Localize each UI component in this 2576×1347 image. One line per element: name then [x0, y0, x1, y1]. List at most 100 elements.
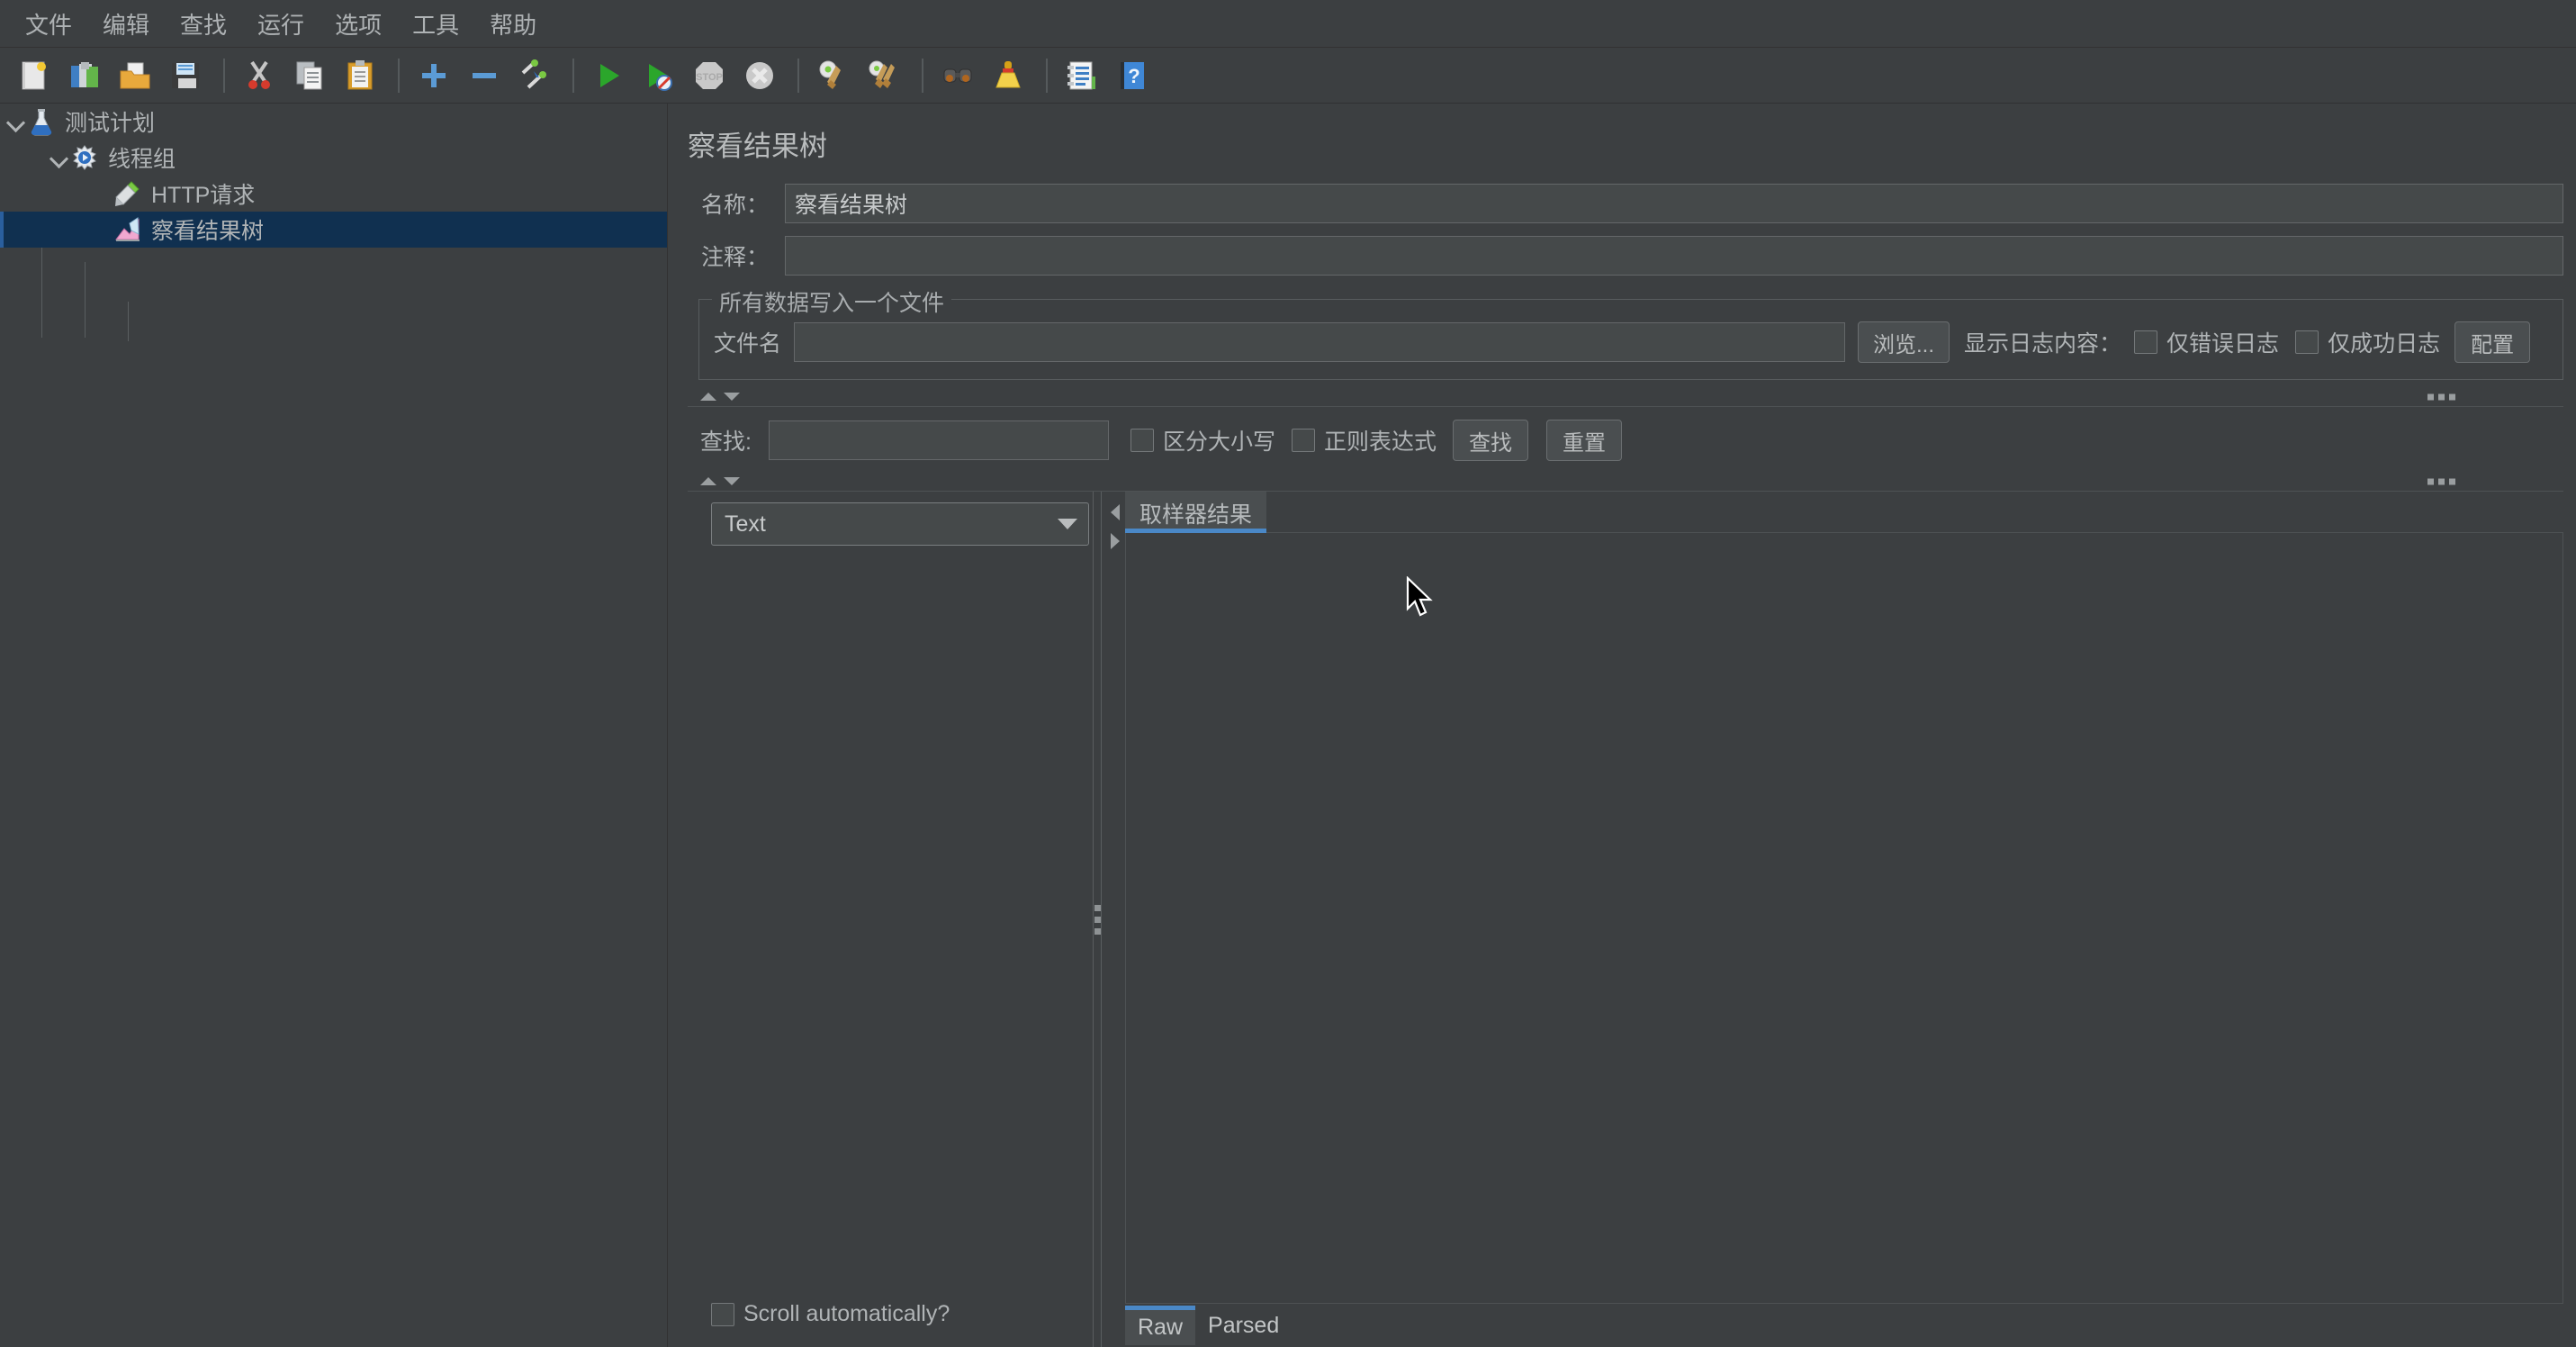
collapse-down-icon[interactable]: [724, 477, 740, 485]
toolbar-separator: [797, 58, 799, 93]
menu-help[interactable]: 帮助: [475, 4, 551, 44]
scroll-right-icon[interactable]: [1111, 533, 1120, 549]
chevron-down-icon[interactable]: [5, 111, 27, 132]
comment-label: 注释：: [700, 245, 769, 270]
result-detail-pane: 取样器结果 Raw Parsed: [1105, 492, 2563, 1347]
regex-checkbox[interactable]: 正则表达式: [1292, 424, 1437, 457]
checkbox-box[interactable]: [2295, 330, 2319, 354]
shutdown-icon[interactable]: [736, 52, 783, 99]
find-button[interactable]: 查找: [1453, 420, 1529, 461]
menu-tools[interactable]: 工具: [398, 4, 473, 44]
menu-run[interactable]: 运行: [243, 4, 319, 44]
regex-label: 正则表达式: [1324, 429, 1437, 455]
sampler-list[interactable]: [700, 546, 1089, 1301]
search-panel-divider[interactable]: [688, 387, 2563, 407]
paste-icon[interactable]: [337, 52, 383, 99]
tree-node-view-results-tree[interactable]: 察看结果树: [0, 212, 667, 248]
configure-button[interactable]: 配置: [2454, 321, 2531, 363]
raw-parsed-tabbar: Raw Parsed: [1125, 1304, 2563, 1347]
svg-text:?: ?: [1128, 65, 1139, 87]
splitter-grip-icon[interactable]: [1094, 904, 1101, 935]
comment-row: 注释：: [688, 236, 2563, 276]
divider-grip-icon[interactable]: [2427, 478, 2455, 484]
tree-guide: [85, 262, 86, 338]
success-only-checkbox[interactable]: 仅成功日志: [2295, 326, 2440, 358]
name-input[interactable]: 察看结果树: [785, 184, 2563, 223]
toolbar-separator: [922, 58, 923, 93]
view-results-tree-panel: 察看结果树 名称： 察看结果树 注释： 所有数据写入一个文件 文件名 浏览...…: [668, 104, 2576, 1347]
tab-raw[interactable]: Raw: [1125, 1306, 1196, 1345]
new-document-icon[interactable]: [11, 52, 58, 99]
results-area: Text Scroll automatically? 取样器结果 Raw Par…: [688, 492, 2563, 1347]
collapse-up-icon[interactable]: [700, 393, 716, 401]
test-plan-tree[interactable]: 测试计划 线程组 HTTP请求 察看结果树: [0, 104, 668, 1347]
scroll-left-icon[interactable]: [1111, 504, 1120, 520]
scroll-automatically-label: Scroll automatically?: [743, 1301, 950, 1326]
clear-all-icon[interactable]: [860, 52, 907, 99]
renderer-select[interactable]: Text: [711, 502, 1089, 546]
tree-node-thread-group[interactable]: 线程组: [0, 140, 667, 176]
menu-file[interactable]: 文件: [11, 4, 86, 44]
filename-input[interactable]: [794, 322, 1846, 362]
chevron-down-icon[interactable]: [49, 147, 70, 168]
tree-node-label: 测试计划: [65, 111, 156, 136]
tree-node-test-plan[interactable]: 测试计划: [0, 104, 667, 140]
jmeter-window: 文件 编辑 查找 运行 选项 工具 帮助 STOP ? 测试计划 线程组 HTT…: [0, 0, 2576, 1347]
tree-node-label: 线程组: [108, 147, 176, 172]
search-label: 查找:: [700, 429, 752, 455]
tabbar-filler: [1266, 492, 2563, 533]
start-icon[interactable]: [585, 52, 632, 99]
filename-row: 文件名 浏览... 显示日志内容： 仅错误日志 仅成功日志 配置: [714, 321, 2548, 363]
expand-all-icon[interactable]: [410, 52, 457, 99]
result-tabs-panel: 取样器结果 Raw Parsed: [1125, 492, 2563, 1347]
toggle-icon[interactable]: [511, 52, 558, 99]
write-results-to-file-group: 所有数据写入一个文件 文件名 浏览... 显示日志内容： 仅错误日志 仅成功日志…: [698, 285, 2563, 380]
page-title: 察看结果树: [688, 131, 827, 162]
help-icon[interactable]: ?: [1109, 52, 1156, 99]
menu-edit[interactable]: 编辑: [88, 4, 164, 44]
test-plan-icon: [27, 107, 56, 136]
open-folder-icon[interactable]: [112, 52, 158, 99]
sampler-result-content[interactable]: [1125, 533, 2563, 1304]
tab-parsed[interactable]: Parsed: [1195, 1306, 1292, 1345]
toolbar-separator: [1046, 58, 1048, 93]
search-reset-icon[interactable]: [985, 52, 1031, 99]
menu-search[interactable]: 查找: [166, 4, 241, 44]
stop-icon[interactable]: STOP: [686, 52, 733, 99]
search-input[interactable]: [769, 420, 1109, 460]
clear-icon[interactable]: [810, 52, 857, 99]
function-helper-icon[interactable]: [1058, 52, 1105, 99]
result-tabbar: 取样器结果: [1125, 492, 2563, 533]
renderer-selected-value: Text: [725, 511, 766, 537]
tree-node-http-request[interactable]: HTTP请求: [0, 176, 667, 212]
name-label: 名称：: [700, 193, 769, 218]
scroll-automatically-row: Scroll automatically?: [700, 1301, 1089, 1347]
tab-sampler-result[interactable]: 取样器结果: [1125, 492, 1267, 533]
case-sensitive-checkbox[interactable]: 区分大小写: [1130, 424, 1275, 457]
checkbox-box[interactable]: [1130, 429, 1154, 452]
menu-options[interactable]: 选项: [320, 4, 396, 44]
checkbox-box[interactable]: [1292, 429, 1316, 452]
tree-node-label: 察看结果树: [151, 219, 265, 244]
collapse-up-icon[interactable]: [700, 477, 716, 485]
comment-input[interactable]: [785, 236, 2563, 276]
open-template-icon[interactable]: [61, 52, 108, 99]
search-icon[interactable]: [934, 52, 981, 99]
errors-only-label: 仅错误日志: [2166, 331, 2280, 357]
checkbox-box[interactable]: [2134, 330, 2158, 354]
errors-only-checkbox[interactable]: 仅错误日志: [2134, 326, 2279, 358]
scroll-automatically-checkbox[interactable]: [711, 1302, 734, 1326]
divider-grip-icon[interactable]: [2427, 393, 2455, 400]
start-no-timers-icon[interactable]: [635, 52, 682, 99]
browse-button[interactable]: 浏览...: [1858, 321, 1950, 363]
copy-icon[interactable]: [286, 52, 333, 99]
results-panel-divider[interactable]: [688, 472, 2563, 492]
cut-icon[interactable]: [236, 52, 283, 99]
collapse-down-icon[interactable]: [724, 393, 740, 401]
reset-button[interactable]: 重置: [1546, 420, 1623, 461]
thread-group-icon: [70, 143, 99, 172]
results-splitter[interactable]: [1089, 492, 1105, 1347]
collapse-all-icon[interactable]: [461, 52, 508, 99]
save-icon[interactable]: [162, 52, 209, 99]
chevron-down-icon[interactable]: [1058, 519, 1077, 529]
